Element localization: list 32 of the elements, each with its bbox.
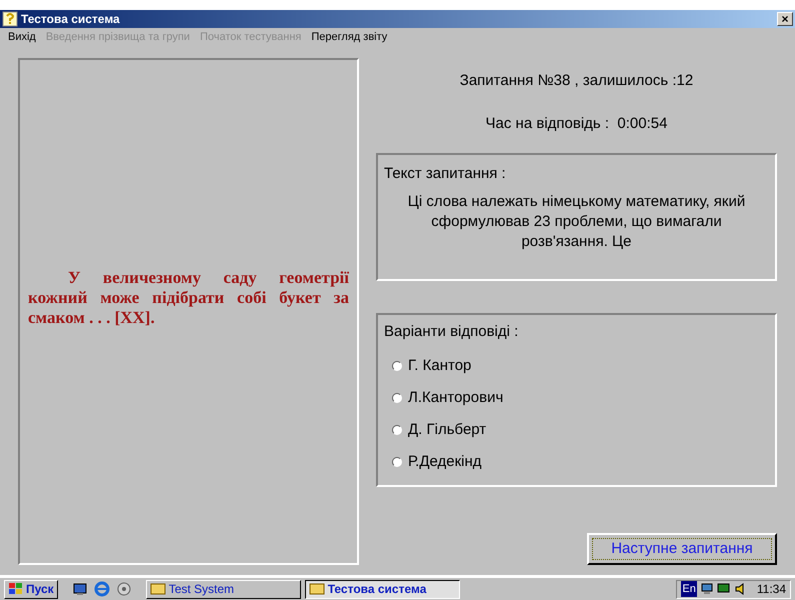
menu-item[interactable]: Перегляд звіту — [311, 28, 388, 46]
start-button[interactable]: Пуск — [4, 580, 58, 598]
answer-option[interactable]: Г. Кантор — [384, 356, 769, 376]
radio-button[interactable] — [392, 360, 402, 370]
answers-label: Варіанти відповіді : — [384, 322, 520, 342]
radio-button[interactable] — [392, 424, 402, 434]
answer-option[interactable]: Л.Канторович — [384, 388, 769, 408]
timer: Час на відповідь : 0:00:54 — [484, 114, 668, 134]
radio-button[interactable] — [392, 456, 402, 466]
quote-text: У величезному саду геометрії кожний може підібрати собі букет за смаком . . . [XX]. — [28, 268, 349, 328]
menu-item[interactable]: Вихід — [8, 28, 36, 46]
answer-label: Л.Канторович — [408, 388, 504, 408]
windows-flag-icon — [8, 582, 24, 596]
question-label: Текст запитання : — [384, 164, 507, 184]
language-indicator[interactable]: En — [681, 580, 697, 598]
taskbar-button[interactable]: Тестова система — [304, 580, 460, 598]
question-counter: Запитання №38 , залишилось :12 — [458, 71, 694, 91]
window-title: Тестова система — [21, 11, 120, 28]
next-button[interactable]: Наступне запитання — [587, 533, 777, 565]
question-text: Ці слова належать німецькому математику, який сформулював 23 проблеми, що вимагали розв'язання. Це — [406, 192, 746, 252]
radio-button[interactable] — [392, 392, 402, 402]
disc-icon[interactable] — [116, 581, 132, 597]
answer-label: Р.Дедекінд — [408, 452, 482, 472]
answer-label: Г. Кантор — [408, 356, 472, 376]
taskbar-button[interactable]: Test System — [146, 580, 301, 598]
answer-label: Д. Гільберт — [408, 420, 486, 440]
help-icon — [2, 11, 18, 27]
clock: 11:34 — [756, 581, 786, 598]
answer-option[interactable]: Д. Гільберт — [384, 420, 769, 440]
answer-option[interactable]: Р.Дедекінд — [384, 452, 769, 472]
desktop-icon[interactable] — [72, 581, 88, 597]
close-button[interactable]: × — [777, 12, 793, 26]
